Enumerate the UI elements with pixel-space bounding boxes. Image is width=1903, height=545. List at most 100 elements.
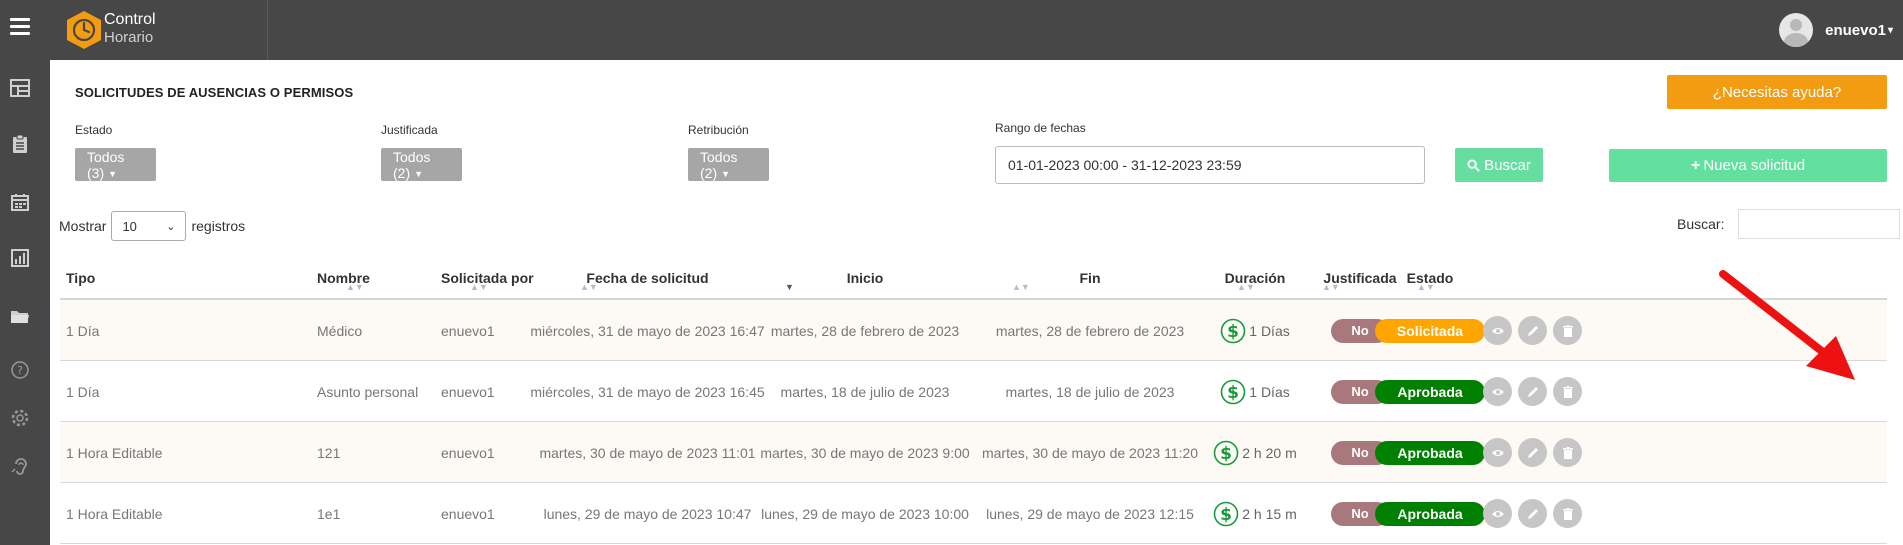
table-search-input[interactable] bbox=[1738, 209, 1900, 239]
cell-inicio: martes, 18 de julio de 2023 bbox=[780, 383, 950, 400]
help-button[interactable]: ¿Necesitas ayuda? bbox=[1667, 75, 1887, 109]
cell-solicitada: enuevo1 bbox=[441, 505, 495, 522]
table-row: 1 Día Asunto personal enuevo1 miércoles, 31… bbox=[60, 361, 1887, 422]
menu-icon[interactable] bbox=[10, 18, 30, 36]
view-button[interactable] bbox=[1483, 377, 1512, 406]
delete-button[interactable] bbox=[1553, 438, 1582, 467]
caret-down-icon: ▼ bbox=[414, 168, 424, 179]
eye-icon bbox=[1491, 449, 1504, 456]
cell-inicio: martes, 30 de mayo de 2023 9:00 bbox=[760, 444, 970, 461]
user-menu[interactable]: enuevo1 ▾ bbox=[1779, 0, 1903, 60]
cell-solicitada: enuevo1 bbox=[441, 322, 495, 339]
new-request-button[interactable]: + Nueva solicitud bbox=[1609, 149, 1887, 182]
cell-fecha: martes, 30 de mayo de 2023 11:01 bbox=[539, 444, 756, 461]
pencil-icon bbox=[1527, 447, 1538, 458]
cell-tipo: 1 Hora Editable bbox=[66, 444, 163, 461]
cell-fin: lunes, 29 de mayo de 2023 12:15 bbox=[986, 505, 1194, 522]
cell-nombre: Asunto personal bbox=[317, 383, 419, 400]
edit-button[interactable] bbox=[1518, 316, 1547, 345]
status-badge: Aprobada bbox=[1375, 379, 1485, 404]
cell-solicitada: enuevo1 bbox=[441, 444, 495, 461]
estado-filter-button[interactable]: Todos (3) ▼ bbox=[75, 148, 156, 181]
col-tipo[interactable]: Tipo bbox=[66, 256, 306, 300]
delete-button[interactable] bbox=[1553, 499, 1582, 528]
col-fecha[interactable]: Fecha de solicitud bbox=[540, 256, 755, 300]
brand-line2: Horario bbox=[104, 29, 154, 46]
dollar-icon: $ bbox=[1220, 318, 1246, 343]
hearing-icon[interactable] bbox=[10, 456, 30, 476]
trash-icon bbox=[1562, 446, 1573, 459]
cell-actions bbox=[1483, 300, 1588, 361]
cell-estado: Solicitada bbox=[1375, 300, 1485, 361]
avatar[interactable] bbox=[1779, 13, 1814, 47]
cell-fin: martes, 18 de julio de 2023 bbox=[1005, 383, 1175, 400]
dollar-icon: $ bbox=[1213, 501, 1239, 526]
page-length-control: Mostrar 10 ⌄ registros bbox=[59, 211, 245, 241]
delete-button[interactable] bbox=[1553, 316, 1582, 345]
search-icon bbox=[1467, 158, 1480, 172]
view-button[interactable] bbox=[1483, 438, 1512, 467]
justificada-label: Justificada bbox=[381, 123, 438, 137]
table-header: Tipo ▲▼ Nombre ▲▼ Solicitada por ▲▼ Fech… bbox=[60, 256, 1887, 300]
page-title: SOLICITUDES DE AUSENCIAS O PERMISOS bbox=[75, 85, 354, 100]
page-length-select[interactable]: 10 ⌄ bbox=[111, 211, 187, 241]
rango-label: Rango de fechas bbox=[995, 121, 1086, 135]
folder-icon[interactable] bbox=[10, 306, 30, 326]
date-range-input[interactable] bbox=[995, 146, 1425, 184]
cell-duracion: $2 h 20 m bbox=[1200, 422, 1310, 483]
report-icon[interactable] bbox=[10, 248, 30, 268]
cell-tipo: 1 Día bbox=[66, 322, 100, 339]
col-estado[interactable]: Estado bbox=[1375, 256, 1485, 300]
col-nombre[interactable]: Nombre bbox=[317, 256, 437, 300]
calendar-icon[interactable] bbox=[10, 192, 30, 212]
delete-button[interactable] bbox=[1553, 377, 1582, 406]
sidebar: ? bbox=[0, 60, 50, 545]
brand-line1: Control bbox=[104, 11, 156, 28]
retribucion-filter-button[interactable]: Todos (2) ▼ bbox=[688, 148, 769, 181]
table-row: 1 Hora Editable 1e1 enuevo1 lunes, 29 de ma… bbox=[60, 483, 1887, 544]
clipboard-icon[interactable] bbox=[10, 134, 30, 154]
cell-fin: martes, 30 de mayo de 2023 11:20 bbox=[981, 444, 1199, 461]
view-button[interactable] bbox=[1483, 499, 1512, 528]
pencil-icon bbox=[1527, 386, 1538, 397]
records-label: registros bbox=[191, 218, 246, 234]
table-row: 1 Día Médico enuevo1 miércoles, 31 de mayo … bbox=[60, 300, 1887, 361]
cell-tipo: 1 Hora Editable bbox=[66, 505, 163, 522]
col-inicio[interactable]: Inicio bbox=[760, 256, 970, 300]
edit-button[interactable] bbox=[1518, 438, 1547, 467]
edit-button[interactable] bbox=[1518, 377, 1547, 406]
caret-down-icon: ▼ bbox=[721, 168, 731, 179]
brand[interactable]: Control Horario bbox=[50, 0, 268, 60]
cell-duracion: $1 Días bbox=[1200, 300, 1310, 361]
status-badge: Solicitada bbox=[1375, 318, 1485, 343]
search-button[interactable]: Buscar bbox=[1455, 148, 1543, 182]
view-button[interactable] bbox=[1483, 316, 1512, 345]
main-content: SOLICITUDES DE AUSENCIAS O PERMISOS ¿Nec… bbox=[50, 60, 1903, 545]
estado-label: Estado bbox=[75, 123, 113, 137]
brand-name: Control Horario bbox=[104, 11, 156, 47]
requests-table: Tipo ▲▼ Nombre ▲▼ Solicitada por ▲▼ Fech… bbox=[60, 256, 1887, 544]
settings-icon[interactable] bbox=[10, 408, 30, 428]
cell-inicio: lunes, 29 de mayo de 2023 10:00 bbox=[761, 505, 969, 522]
cell-tipo: 1 Día bbox=[66, 383, 100, 400]
caret-down-icon: ▼ bbox=[108, 168, 118, 179]
col-duracion[interactable]: Duración bbox=[1200, 256, 1310, 300]
cell-fin: martes, 28 de febrero de 2023 bbox=[995, 322, 1185, 339]
edit-button[interactable] bbox=[1518, 499, 1547, 528]
cell-duracion: $1 Días bbox=[1200, 361, 1310, 422]
cell-actions bbox=[1483, 361, 1588, 422]
cell-inicio: martes, 28 de febrero de 2023 bbox=[770, 322, 960, 339]
cell-nombre: Médico bbox=[317, 322, 363, 339]
dashboard-icon[interactable] bbox=[10, 78, 30, 98]
col-fin[interactable]: Fin bbox=[985, 256, 1195, 300]
help-icon[interactable]: ? bbox=[10, 360, 30, 380]
retribucion-label: Retribución bbox=[688, 123, 749, 137]
cell-estado: Aprobada bbox=[1375, 483, 1485, 544]
svg-text:$: $ bbox=[1227, 383, 1239, 403]
username[interactable]: enuevo1 ▾ bbox=[1825, 22, 1893, 39]
eye-icon bbox=[1491, 388, 1504, 395]
eye-icon bbox=[1491, 327, 1504, 334]
justificada-filter-button[interactable]: Todos (2) ▼ bbox=[381, 148, 462, 181]
svg-text:$: $ bbox=[1220, 505, 1232, 525]
cell-actions bbox=[1483, 483, 1588, 544]
